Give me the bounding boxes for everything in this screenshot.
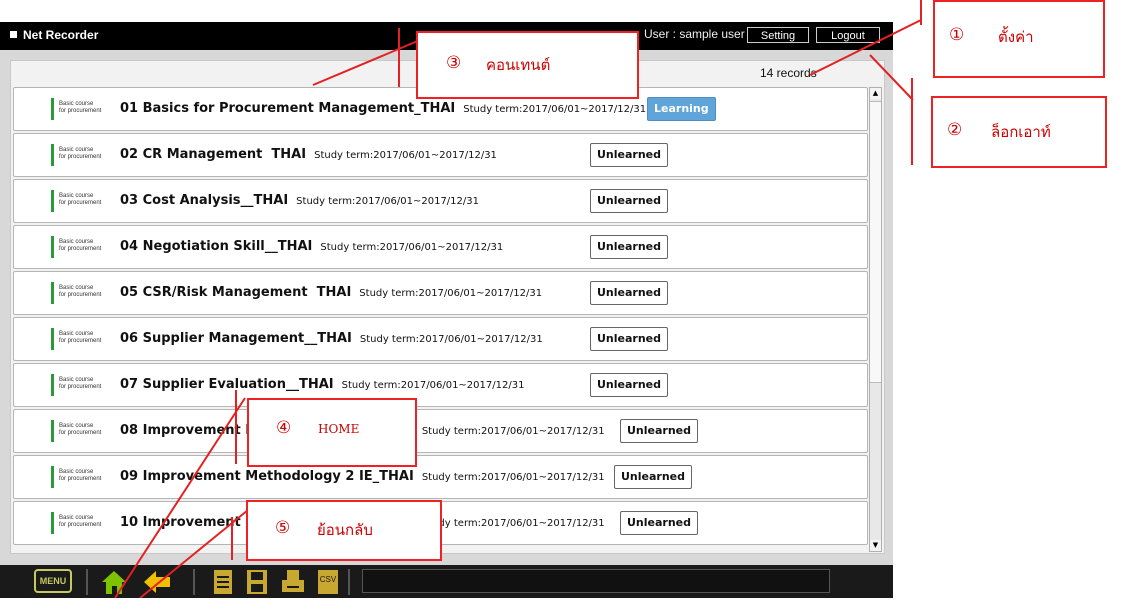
annotation-logout: ② ล็อกเอาท์ bbox=[931, 96, 1107, 168]
annotation-content: ③ คอนเทนต์ bbox=[416, 31, 639, 99]
annotation-back: ⑤ ย้อนกลับ bbox=[246, 500, 442, 561]
annotation-number: ④ bbox=[276, 418, 292, 438]
annotation-number: ① bbox=[949, 25, 965, 45]
annotation-label: ย้อนกลับ bbox=[317, 521, 373, 539]
annotation-number: ⑤ bbox=[275, 518, 291, 538]
annotation-setting: ① ตั้งค่า bbox=[933, 0, 1105, 78]
annotation-number: ② bbox=[947, 120, 963, 140]
annotation-label: ตั้งค่า bbox=[998, 28, 1034, 46]
annotation-number: ③ bbox=[446, 53, 462, 73]
annotation-home: ④ HOME bbox=[247, 398, 417, 467]
annotation-label: คอนเทนต์ bbox=[486, 56, 551, 74]
annotation-label: ล็อกเอาท์ bbox=[991, 123, 1051, 141]
annotation-label: HOME bbox=[318, 422, 360, 436]
